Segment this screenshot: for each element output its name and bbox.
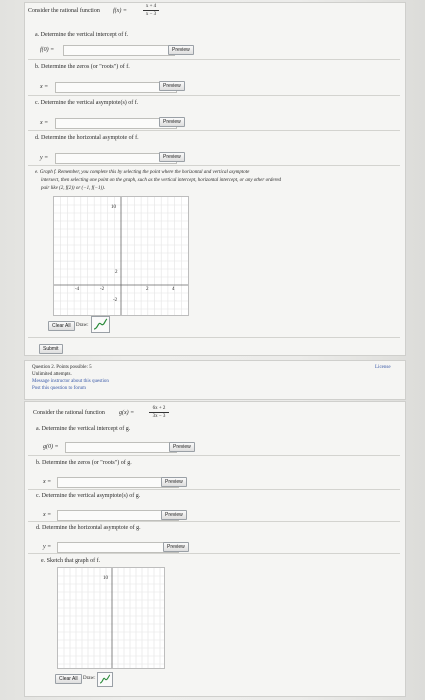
q1-tick-x-4: 4 — [172, 287, 175, 292]
q1-a-preview-button[interactable]: Preview — [168, 45, 194, 55]
q1-tick-x-neg4: -4 — [75, 287, 80, 292]
q2-d-input[interactable] — [57, 542, 179, 553]
q2-draw-label: Draw: — [83, 676, 96, 681]
q1-tick-x-2: 2 — [146, 287, 149, 292]
q1-func-num: x + 4 — [145, 4, 157, 9]
q1-tick-y-neg2: -2 — [113, 298, 118, 303]
q2-attempts: Unlimited attempts. — [32, 372, 72, 377]
q2-func-num: 6x + 2 — [152, 406, 166, 411]
q1-part-b: b. Determine the zeros (or "roots") of f… — [35, 64, 130, 70]
q1-func-fraction: x + 4 x − 3 — [143, 4, 159, 17]
q2-post-forum-link[interactable]: Post this question to forum — [32, 386, 86, 391]
q2-points-info: Question 2. Points possible: 5 — [32, 365, 92, 370]
q2-a-input[interactable] — [65, 442, 177, 453]
q1-graph-canvas[interactable]: -4 -2 2 4 10 2 -2 — [53, 196, 189, 316]
q1-d-label: y = — [40, 155, 49, 161]
q2-c-label: x = — [43, 512, 52, 518]
divider — [28, 95, 400, 96]
divider — [28, 455, 400, 456]
q1-part-c: c. Determine the vertical asymptote(s) o… — [35, 100, 139, 106]
q2-b-label: x = — [43, 479, 52, 485]
q2-d-label: y = — [43, 544, 52, 550]
q2-graph-canvas[interactable]: 10 — [57, 567, 165, 669]
q1-graph-grid — [54, 197, 188, 315]
q1-part-e-line1: e. Graph f. Remember, you complete this … — [35, 170, 250, 175]
q2-part-d: d. Determine the horizontal asymptote of… — [36, 525, 141, 531]
q2-func-lhs: g(x) = — [119, 410, 135, 416]
q1-func-den: x − 3 — [145, 12, 157, 17]
divider — [28, 59, 400, 60]
q2-message-instructor-link[interactable]: Message instructor about this question — [32, 379, 109, 384]
q1-tick-y-10: 10 — [111, 205, 116, 210]
q1-tick-x-neg2: -2 — [100, 287, 105, 292]
q1-part-d: d. Determine the horizontal asymptote of… — [35, 135, 139, 141]
q1-a-input[interactable] — [63, 45, 175, 56]
q2-license-link[interactable]: License — [375, 365, 391, 370]
q2-a-preview-button[interactable]: Preview — [169, 442, 195, 452]
q1-b-preview-button[interactable]: Preview — [159, 81, 185, 91]
q2-part-c: c. Determine the vertical asymptote(s) o… — [36, 493, 141, 499]
q2-clear-all-button[interactable]: Clear All — [55, 674, 82, 684]
q2-func-den: 3x − 3 — [152, 414, 166, 419]
q2-func-fraction: 6x + 2 3x − 3 — [149, 406, 169, 419]
q1-c-label: x = — [40, 120, 49, 126]
q2-graph-grid — [58, 568, 164, 668]
q2-part-b: b. Determine the zeros (or "roots") of g… — [36, 460, 132, 466]
q1-part-e-line3: pair like (2, f(2)) or (−1, f(−1)). — [41, 186, 106, 191]
q2-c-preview-button[interactable]: Preview — [161, 510, 187, 520]
q1-submit-button[interactable]: Submit — [39, 344, 63, 354]
q1-c-preview-button[interactable]: Preview — [159, 117, 185, 127]
q2-tick-y-10: 10 — [103, 576, 108, 581]
q1-tick-y-2: 2 — [115, 270, 118, 275]
divider — [28, 521, 400, 522]
divider — [28, 165, 400, 166]
divider — [28, 553, 400, 554]
q1-a-label: f(0) = — [40, 47, 55, 53]
divider — [28, 489, 400, 490]
q1-part-e-line2: intersect, then selecting one point on t… — [41, 178, 282, 183]
q1-clear-all-button[interactable]: Clear All — [48, 321, 75, 331]
q1-intro: Consider the rational function — [28, 8, 100, 14]
q2-a-label: g(0) = — [43, 444, 59, 450]
q2-part-e: e. Sketch that graph of f. — [41, 558, 101, 564]
q1-part-a: a. Determine the vertical intercept of f… — [35, 32, 129, 38]
q1-draw-label: Draw: — [76, 323, 89, 328]
q1-d-preview-button[interactable]: Preview — [159, 152, 185, 162]
question-2-panel: Consider the rational function g(x) = 6x… — [24, 401, 406, 697]
divider — [28, 337, 400, 338]
question-1-panel: Consider the rational function f(x) = x … — [24, 2, 406, 356]
q2-b-preview-button[interactable]: Preview — [161, 477, 187, 487]
q2-part-a: a. Determine the vertical intercept of g… — [36, 426, 131, 432]
page-background: Consider the rational function f(x) = x … — [0, 0, 425, 700]
curve-draw-icon[interactable] — [91, 316, 110, 333]
q2-d-preview-button[interactable]: Preview — [163, 542, 189, 552]
q1-func-lhs: f(x) = — [113, 8, 127, 14]
question-2-header: Question 2. Points possible: 5 Unlimited… — [24, 360, 406, 400]
q2-intro: Consider the rational function — [33, 410, 105, 416]
curve-draw-icon[interactable] — [97, 672, 113, 687]
divider — [28, 130, 400, 131]
q1-b-label: x = — [40, 84, 49, 90]
